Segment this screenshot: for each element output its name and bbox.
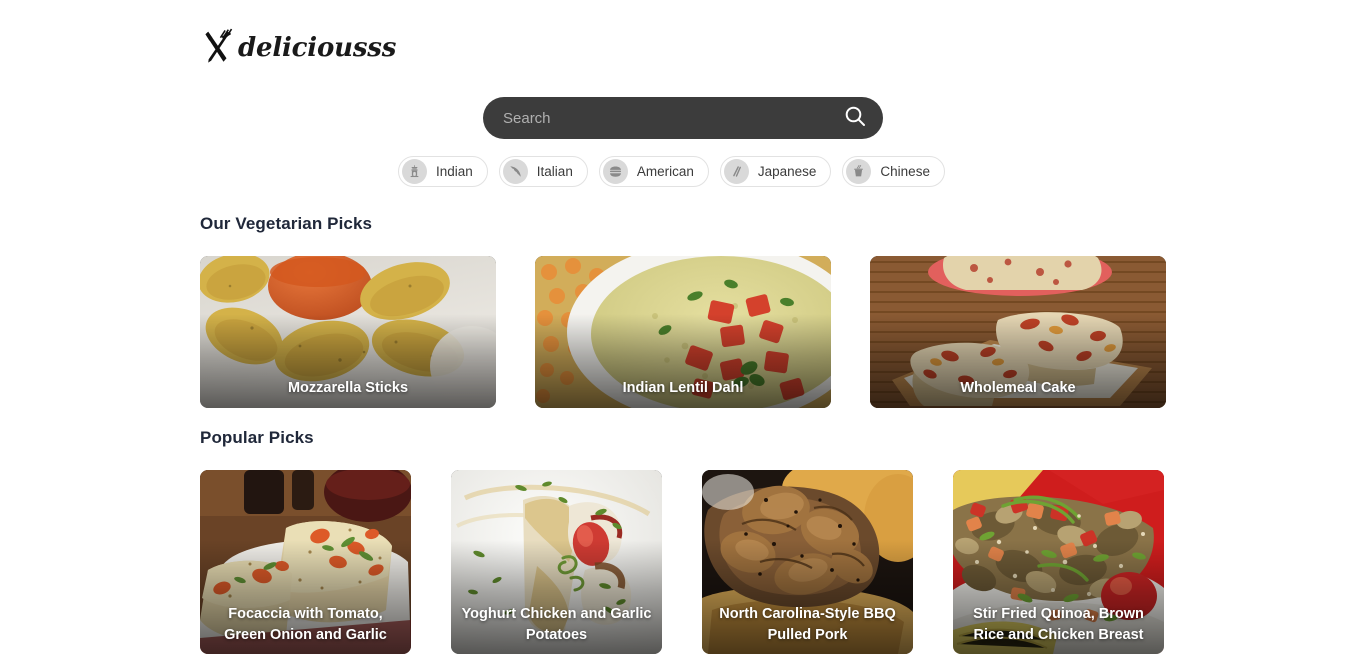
food-card-indian-lentil-dahl[interactable]: Indian Lentil Dahl — [535, 256, 831, 408]
food-card-title: Yoghurt Chicken and Garlic Potatoes — [461, 605, 652, 644]
cuisine-chip-chinese[interactable]: Chinese — [842, 156, 945, 187]
food-card-title: Focaccia with Tomato, Green Onion and Ga… — [224, 605, 387, 644]
cuisine-filter-list: Indian Italian American Japanese Chinese — [398, 156, 945, 187]
cuisine-chip-japanese[interactable]: Japanese — [719, 156, 832, 187]
popular-card-row: Focaccia with Tomato, Green Onion and Ga… — [200, 470, 1164, 654]
food-card-mozzarella-sticks[interactable]: Mozzarella Sticks — [200, 256, 496, 408]
burger-icon — [602, 159, 628, 184]
crossed-fork-knife-icon — [200, 28, 236, 68]
cuisine-chip-label: Japanese — [757, 164, 817, 179]
pizza-slice-icon — [502, 159, 528, 184]
food-card-title: Indian Lentil Dahl — [622, 380, 744, 397]
food-card-yoghurt-chicken[interactable]: Yoghurt Chicken and Garlic Potatoes — [451, 470, 662, 654]
food-card-stir-fried-quinoa[interactable]: Stir Fried Quinoa, Brown Rice and Chicke… — [953, 470, 1164, 654]
cuisine-chip-american[interactable]: American — [598, 156, 709, 187]
section-title-popular: Popular Picks — [200, 428, 314, 447]
food-card-focaccia[interactable]: Focaccia with Tomato, Green Onion and Ga… — [200, 470, 411, 654]
cuisine-chip-label: American — [636, 164, 694, 179]
cuisine-chip-label: Indian — [436, 164, 473, 179]
food-card-title: Stir Fried Quinoa, Brown Rice and Chicke… — [973, 605, 1144, 644]
brand-name: deliciousss — [238, 33, 397, 63]
cuisine-chip-indian[interactable]: Indian — [398, 156, 488, 187]
search-bar[interactable] — [483, 97, 883, 139]
food-card-bbq-pulled-pork[interactable]: North Carolina-Style BBQ Pulled Pork — [702, 470, 913, 654]
cuisine-chip-label: Chinese — [880, 164, 930, 179]
india-gate-monument-icon — [402, 159, 427, 184]
food-card-title: Mozzarella Sticks — [287, 380, 409, 397]
brand-logo[interactable]: deliciousss — [200, 28, 396, 68]
app-root: deliciousss Search Indian Italian Americ… — [0, 0, 1366, 667]
search-icon[interactable] — [843, 104, 867, 133]
cuisine-chip-label: Italian — [536, 164, 573, 179]
food-card-title: Wholemeal Cake — [960, 380, 1076, 397]
cuisine-chip-italian[interactable]: Italian — [498, 156, 588, 187]
vegetarian-card-row: Mozzarella Sticks Indian Lentil Dahl Who… — [200, 256, 1166, 408]
takeout-box-icon — [846, 159, 872, 184]
food-card-title: North Carolina-Style BBQ Pulled Pork — [719, 605, 896, 644]
section-title-vegetarian: Our Vegetarian Picks — [200, 214, 373, 233]
chopsticks-icon — [723, 159, 749, 184]
search-input[interactable] — [503, 97, 843, 139]
food-card-wholemeal-cake[interactable]: Wholemeal Cake — [870, 256, 1166, 408]
